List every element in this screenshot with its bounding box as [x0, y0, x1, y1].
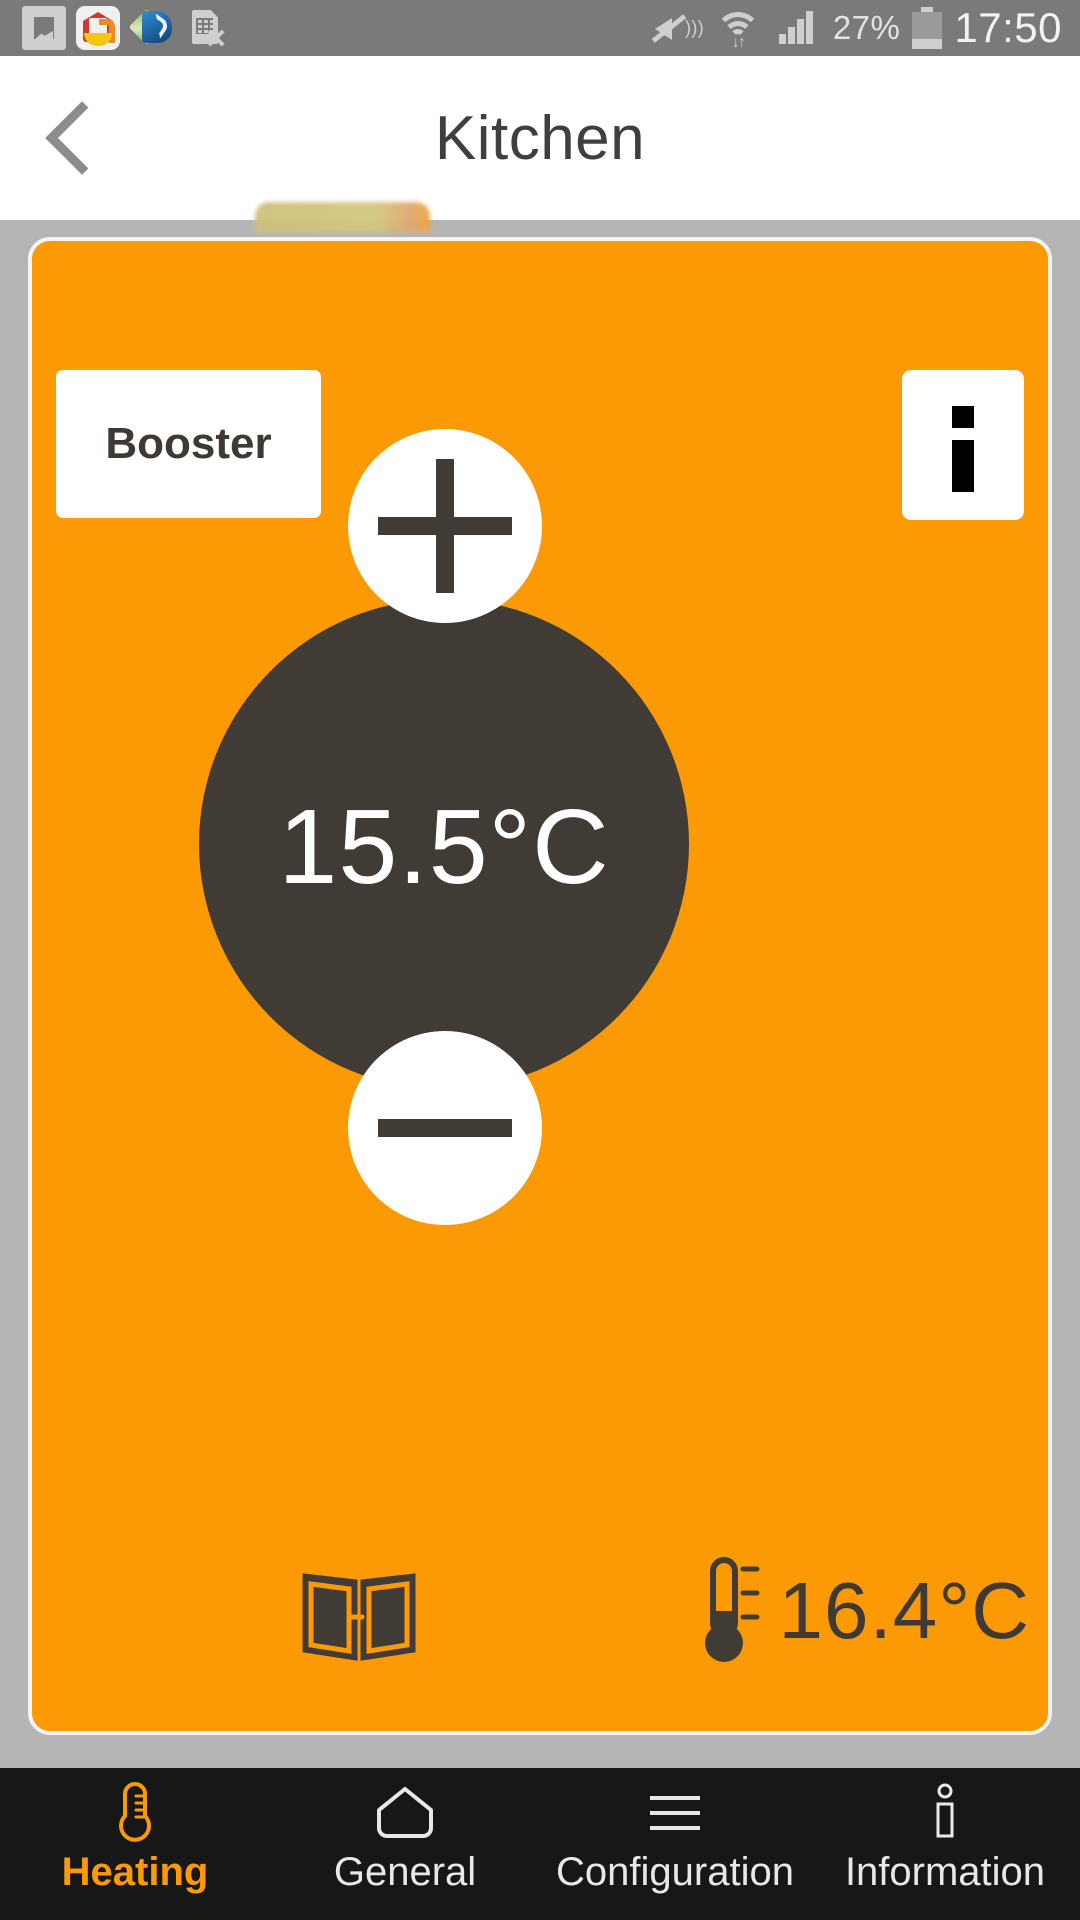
battery-percent-label: 27%	[832, 9, 901, 46]
hamburger-menu-icon	[646, 1782, 704, 1844]
gallery-image-icon	[22, 6, 66, 50]
info-outline-icon	[930, 1782, 960, 1844]
info-button[interactable]	[902, 370, 1024, 520]
nav-label-information: Information	[844, 1850, 1046, 1894]
status-bar-system: ))) ↓↑ 27% 17:50	[647, 4, 1080, 52]
status-bar: ))) ↓↑ 27% 17:50	[0, 0, 1080, 56]
nav-item-heating[interactable]: Heating	[0, 1768, 270, 1920]
page-title: Kitchen	[434, 103, 646, 173]
current-temperature-value: 16.4°C	[778, 1566, 1030, 1655]
thermostat-card: Booster 15.5°C 16.4°C	[28, 237, 1052, 1735]
thermometer-icon	[697, 1555, 763, 1673]
decrease-temperature-button[interactable]	[348, 1031, 542, 1225]
house-icon	[374, 1782, 436, 1844]
clock-label: 17:50	[954, 4, 1062, 51]
booster-button[interactable]: Booster	[56, 370, 321, 518]
info-i-icon	[952, 406, 974, 428]
current-temperature-group: 16.4°C	[697, 1555, 1030, 1673]
home-app-icon	[76, 6, 120, 50]
previous-card-peek	[255, 202, 430, 232]
nav-item-general[interactable]: General	[270, 1768, 540, 1920]
card-footer: 16.4°C	[32, 1553, 1048, 1673]
increase-temperature-button[interactable]	[348, 429, 542, 623]
nav-label-heating: Heating	[61, 1850, 209, 1894]
title-bar: Kitchen	[0, 56, 1080, 220]
nav-item-information[interactable]: Information	[810, 1768, 1080, 1920]
window-open-icon	[300, 1567, 418, 1667]
nav-label-general: General	[333, 1850, 477, 1894]
cellular-signal-icon	[777, 6, 821, 50]
bottom-navigation-bar: Heating General Configuration Informatio…	[0, 1768, 1080, 1920]
minus-icon	[378, 1119, 512, 1137]
blue-app-icon	[128, 6, 174, 50]
temperature-dial[interactable]: 15.5°C	[199, 599, 689, 1089]
mute-vibrate-icon: )))	[647, 6, 704, 50]
target-temperature-value: 15.5°C	[278, 788, 610, 906]
thermometer-icon	[112, 1782, 158, 1844]
status-bar-notifications	[0, 6, 647, 50]
nav-item-configuration[interactable]: Configuration	[540, 1768, 810, 1920]
nav-label-configuration: Configuration	[556, 1850, 794, 1894]
wifi-transfer-icon: ↓↑	[711, 6, 765, 51]
battery-icon	[912, 7, 943, 49]
document-error-icon	[184, 6, 228, 50]
